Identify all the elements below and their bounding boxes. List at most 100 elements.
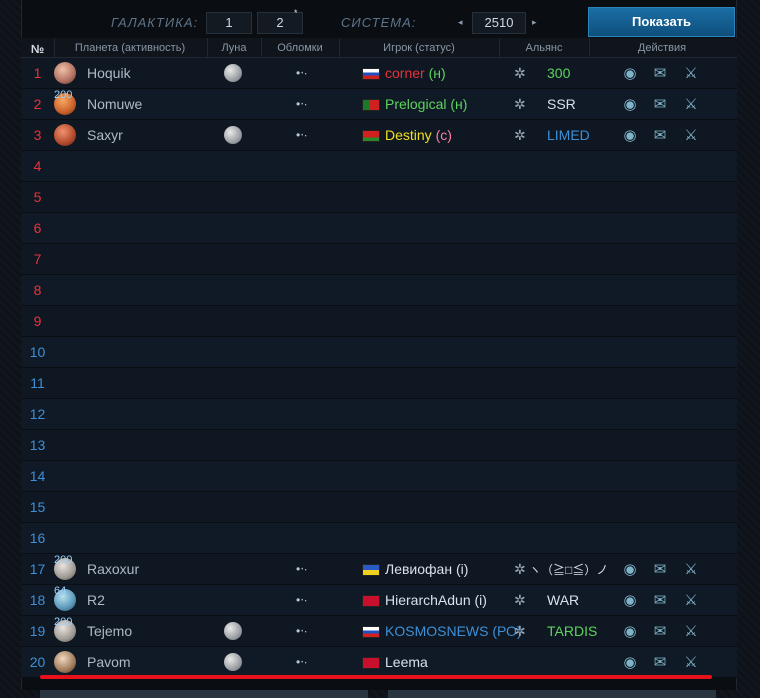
- eye-icon[interactable]: ◉: [619, 622, 641, 642]
- position-number: 10: [29, 344, 46, 360]
- debris-icon[interactable]: •‧∙: [296, 655, 307, 669]
- position-number: 2: [33, 96, 42, 112]
- debris-icon[interactable]: •‧∙: [296, 128, 307, 142]
- planet-name[interactable]: Tejemo: [87, 623, 132, 639]
- country-flag-icon: [362, 130, 380, 142]
- moon-icon[interactable]: [224, 64, 242, 82]
- show-button[interactable]: Показать: [588, 7, 735, 37]
- table-row: 18 64 R2 •‧∙ HierarchAdun (i) ✲ WAR ◉ ✉ ⚔: [21, 585, 737, 616]
- planet-name[interactable]: Hoquik: [87, 65, 131, 81]
- alliance-tag[interactable]: 300: [547, 65, 570, 81]
- bottom-panel-left: [40, 690, 368, 698]
- alliance-tag[interactable]: TARDIS: [547, 623, 597, 639]
- country-flag-icon: [362, 626, 380, 638]
- planet-image[interactable]: [54, 651, 76, 673]
- alliance-tag[interactable]: WAR: [547, 592, 579, 608]
- position-number: 14: [29, 468, 46, 484]
- player-status: (н): [450, 96, 468, 112]
- planet-image[interactable]: [54, 62, 76, 84]
- envelope-icon[interactable]: ✉: [649, 95, 671, 115]
- debris-icon[interactable]: •‧∙: [296, 593, 307, 607]
- moon-icon[interactable]: [224, 126, 242, 144]
- envelope-icon[interactable]: ✉: [649, 653, 671, 673]
- alliance-tag[interactable]: LIMED: [547, 127, 590, 143]
- player-name[interactable]: HierarchAdun (i): [385, 592, 487, 608]
- planet-name[interactable]: Nomuwe: [87, 96, 142, 112]
- eye-icon[interactable]: ◉: [619, 560, 641, 580]
- envelope-icon[interactable]: ✉: [649, 126, 671, 146]
- country-flag-icon: [362, 595, 380, 607]
- eye-icon[interactable]: ◉: [619, 653, 641, 673]
- envelope-icon[interactable]: ✉: [649, 622, 671, 642]
- handshake-icon[interactable]: ⚔: [680, 591, 702, 611]
- row-actions: ◉ ✉ ⚔: [619, 653, 709, 673]
- player-name[interactable]: Левиофан (i): [385, 561, 468, 577]
- alliance-tag[interactable]: SSR: [547, 96, 576, 112]
- planet-name[interactable]: Pavom: [87, 654, 131, 670]
- moon-icon[interactable]: [224, 653, 242, 671]
- eye-icon[interactable]: ◉: [619, 126, 641, 146]
- table-row: 19 200 Tejemo •‧∙ KOSMOSNEWS (РО) ✲ TARDIS ◉ ✉…: [21, 616, 737, 647]
- moon-icon[interactable]: [224, 622, 242, 640]
- system-next-arrow-icon[interactable]: ▸: [532, 17, 537, 28]
- debris-icon[interactable]: •‧∙: [296, 97, 307, 111]
- handshake-icon[interactable]: ⚔: [680, 560, 702, 580]
- eye-icon[interactable]: ◉: [619, 64, 641, 84]
- eye-icon[interactable]: ◉: [619, 591, 641, 611]
- activity-badge: 64: [54, 585, 67, 597]
- player-name[interactable]: KOSMOSNEWS (РО): [385, 623, 522, 639]
- debris-icon[interactable]: •‧∙: [296, 66, 307, 80]
- alliance-emblem-icon: ✲: [514, 127, 526, 143]
- position-number: 20: [29, 654, 46, 670]
- alliance-emblem-icon: ✲: [514, 623, 526, 639]
- activity-badge: 200: [54, 554, 73, 566]
- alliance-emblem-icon: ✲: [514, 592, 526, 608]
- planet-name[interactable]: R2: [87, 592, 105, 608]
- eye-icon[interactable]: ◉: [619, 95, 641, 115]
- envelope-icon[interactable]: ✉: [649, 64, 671, 84]
- player-status: (i): [474, 592, 487, 608]
- position-number: 9: [33, 313, 42, 329]
- envelope-icon[interactable]: ✉: [649, 591, 671, 611]
- alliance-tag[interactable]: ヽ（≧□≦）ノ: [529, 561, 608, 578]
- galaxy-input[interactable]: 1: [206, 12, 252, 34]
- table-row: 5: [21, 182, 737, 213]
- handshake-icon[interactable]: ⚔: [680, 64, 702, 84]
- player-status: (с): [435, 127, 452, 143]
- column-planet: Планета (активность): [74, 42, 186, 54]
- handshake-icon[interactable]: ⚔: [680, 95, 702, 115]
- player-name[interactable]: Leema: [385, 654, 428, 670]
- table-row: 13: [21, 430, 737, 461]
- system-input[interactable]: 2510: [472, 12, 526, 34]
- handshake-icon[interactable]: ⚔: [680, 653, 702, 673]
- handshake-icon[interactable]: ⚔: [680, 126, 702, 146]
- debris-icon[interactable]: •‧∙: [296, 562, 307, 576]
- handshake-icon[interactable]: ⚔: [680, 622, 702, 642]
- table-row: 2 200 Nomuwe •‧∙ Prelogical (н) ✲ SSR ◉ ✉ ⚔: [21, 89, 737, 120]
- bottom-panel-right: [388, 690, 716, 698]
- row-actions: ◉ ✉ ⚔: [619, 64, 709, 84]
- table-row: 8: [21, 275, 737, 306]
- table-row: 7: [21, 244, 737, 275]
- position-number: 11: [30, 375, 45, 391]
- galaxy-label: ГАЛАКТИКА:: [111, 15, 199, 30]
- player-name[interactable]: Destiny (с): [385, 127, 452, 143]
- activity-badge: 200: [54, 616, 73, 628]
- player-name[interactable]: corner (н): [385, 65, 446, 81]
- position-number: 18: [29, 592, 46, 608]
- debris-icon[interactable]: •‧∙: [296, 624, 307, 638]
- position-number: 8: [33, 282, 42, 298]
- table-row: 11: [21, 368, 737, 399]
- planet-name[interactable]: Saxyr: [87, 127, 123, 143]
- column-player: Игрок (статус): [383, 42, 455, 54]
- planet-image[interactable]: [54, 124, 76, 146]
- envelope-icon[interactable]: ✉: [649, 560, 671, 580]
- player-name[interactable]: Prelogical (н): [385, 96, 467, 112]
- planet-name[interactable]: Raxoxur: [87, 561, 139, 577]
- country-flag-icon: [362, 564, 380, 576]
- table-row: 17 200 Raxoxur •‧∙ Левиофан (i) ✲ ヽ（≧□≦）ノ ◉ ✉ …: [21, 554, 737, 585]
- galaxy-navigation-bar: ГАЛАКТИКА: 1 2 * СИСТЕМА: ◂ 2510 ▸ Показ…: [21, 7, 737, 37]
- position-number: 15: [29, 499, 46, 515]
- table-row: 6: [21, 213, 737, 244]
- system-prev-arrow-icon[interactable]: ◂: [458, 17, 463, 28]
